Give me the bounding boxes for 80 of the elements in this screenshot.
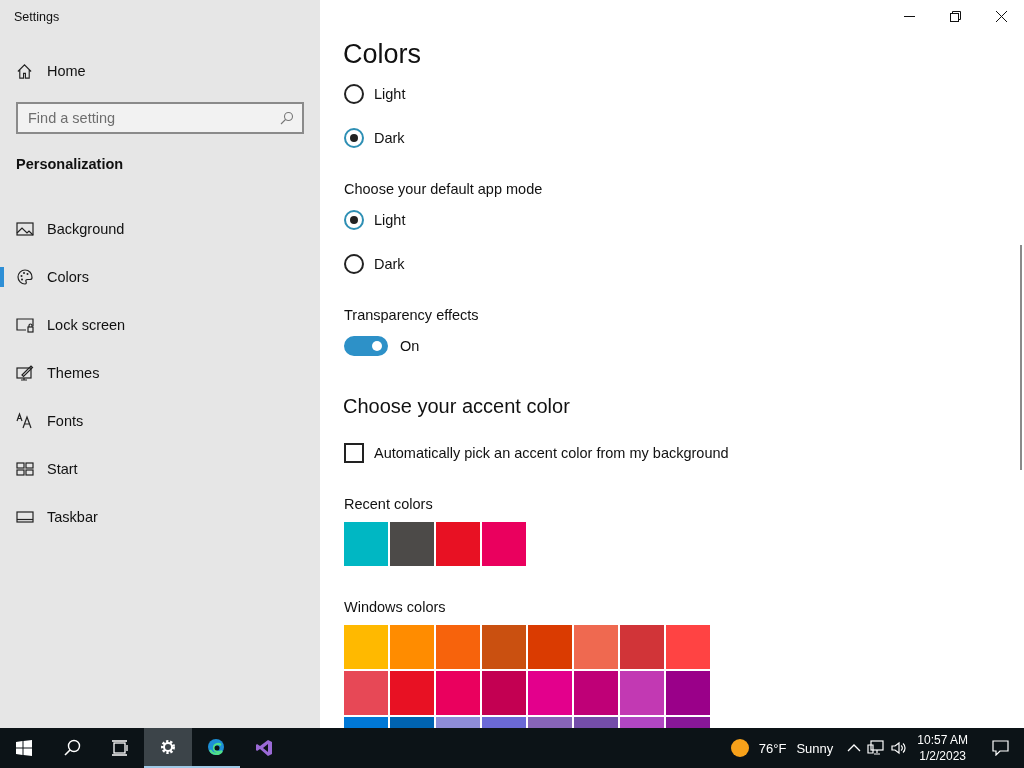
color-swatch[interactable]: [528, 625, 572, 669]
taskbar-icon: [16, 508, 34, 526]
color-swatch[interactable]: [528, 671, 572, 715]
time: 10:57 AM: [917, 732, 968, 748]
color-swatch[interactable]: [436, 522, 480, 566]
color-swatch[interactable]: [482, 522, 526, 566]
sun-icon: [730, 739, 749, 757]
clock[interactable]: 10:57 AM 1/2/2023: [917, 732, 968, 764]
home-link[interactable]: Home: [16, 56, 94, 86]
speech-bubble-icon: [991, 740, 1009, 756]
windows-logo-icon: [16, 740, 32, 756]
radio-option[interactable]: Dark: [344, 254, 1024, 274]
tiles-icon: [16, 460, 34, 478]
lock-screen-icon: [16, 316, 34, 334]
sidebar-item[interactable]: Themes: [0, 349, 320, 397]
sidebar-item[interactable]: Fonts: [0, 397, 320, 445]
sidebar-item[interactable]: Start: [0, 445, 320, 493]
window-title: Settings: [14, 10, 61, 26]
color-swatch[interactable]: [620, 671, 664, 715]
color-swatch[interactable]: [666, 671, 710, 715]
search-icon: [280, 111, 294, 125]
setting-label: Transparency effects: [344, 306, 480, 325]
palette-icon: [16, 268, 34, 286]
chevron-up-icon[interactable]: [847, 743, 862, 753]
volume-icon[interactable]: [891, 741, 908, 755]
weather-condition: Sunny: [796, 740, 834, 756]
search-field[interactable]: Find a setting: [16, 102, 304, 134]
checkbox[interactable]: [344, 443, 364, 463]
scrollbar[interactable]: [1020, 245, 1022, 470]
color-swatch[interactable]: [436, 625, 480, 669]
toggle-state: On: [400, 338, 420, 354]
color-swatch[interactable]: [620, 625, 664, 669]
color-swatch[interactable]: [482, 625, 526, 669]
checkbox-option[interactable]: Automatically pick an accent color from my background: [344, 443, 1024, 463]
radio-option[interactable]: Dark: [344, 128, 1024, 148]
color-swatch[interactable]: [574, 671, 618, 715]
color-swatch[interactable]: [390, 522, 434, 566]
setting-label: Choose your default app mode: [344, 180, 544, 199]
sidebar-item[interactable]: Lock screen: [0, 301, 320, 349]
sidebar-item[interactable]: Background: [0, 205, 320, 253]
color-swatch[interactable]: [390, 671, 434, 715]
radio-option[interactable]: Light: [344, 84, 1024, 104]
pen-monitor-icon: [16, 364, 34, 382]
setting-label: Windows colors: [344, 598, 447, 617]
radio-button[interactable]: [344, 210, 364, 230]
minimize-icon: [903, 15, 915, 17]
color-swatch[interactable]: [344, 522, 388, 566]
color-swatch[interactable]: [390, 625, 434, 669]
setting-label: Recent colors: [344, 495, 434, 514]
task-view-icon: [111, 739, 129, 757]
color-swatch[interactable]: [666, 625, 710, 669]
restore-icon: [949, 10, 961, 22]
weather-widget[interactable]: 76°F Sunny: [730, 739, 834, 757]
section-heading: Choose your accent color: [343, 394, 571, 419]
page-title: Colors: [343, 38, 422, 70]
home-icon: [16, 62, 33, 80]
section-heading: Personalization: [16, 156, 125, 174]
close-icon: [995, 10, 1007, 22]
radio-button[interactable]: [344, 84, 364, 104]
color-swatch[interactable]: [482, 671, 526, 715]
sidebar-item[interactable]: Colors: [0, 253, 320, 301]
color-swatch[interactable]: [574, 625, 618, 669]
radio-option[interactable]: Light: [344, 210, 1024, 230]
fonts-icon: [16, 412, 34, 430]
color-swatch[interactable]: [436, 671, 480, 715]
temperature: 76°F: [758, 740, 787, 756]
color-swatch[interactable]: [344, 671, 388, 715]
ribbon-icon: [255, 739, 273, 757]
radio-button[interactable]: [344, 254, 364, 274]
browser-icon: [207, 738, 225, 756]
radio-button[interactable]: [344, 128, 364, 148]
color-swatch[interactable]: [344, 625, 388, 669]
search-icon: [63, 739, 81, 757]
sidebar-item[interactable]: Taskbar: [0, 493, 320, 541]
taskbar-button[interactable]: [144, 728, 192, 768]
date: 1/2/2023: [919, 748, 966, 764]
gear-icon: [159, 738, 177, 756]
picture-icon: [16, 220, 34, 238]
toggle-switch[interactable]: [344, 336, 388, 356]
network-icon[interactable]: [867, 740, 886, 756]
